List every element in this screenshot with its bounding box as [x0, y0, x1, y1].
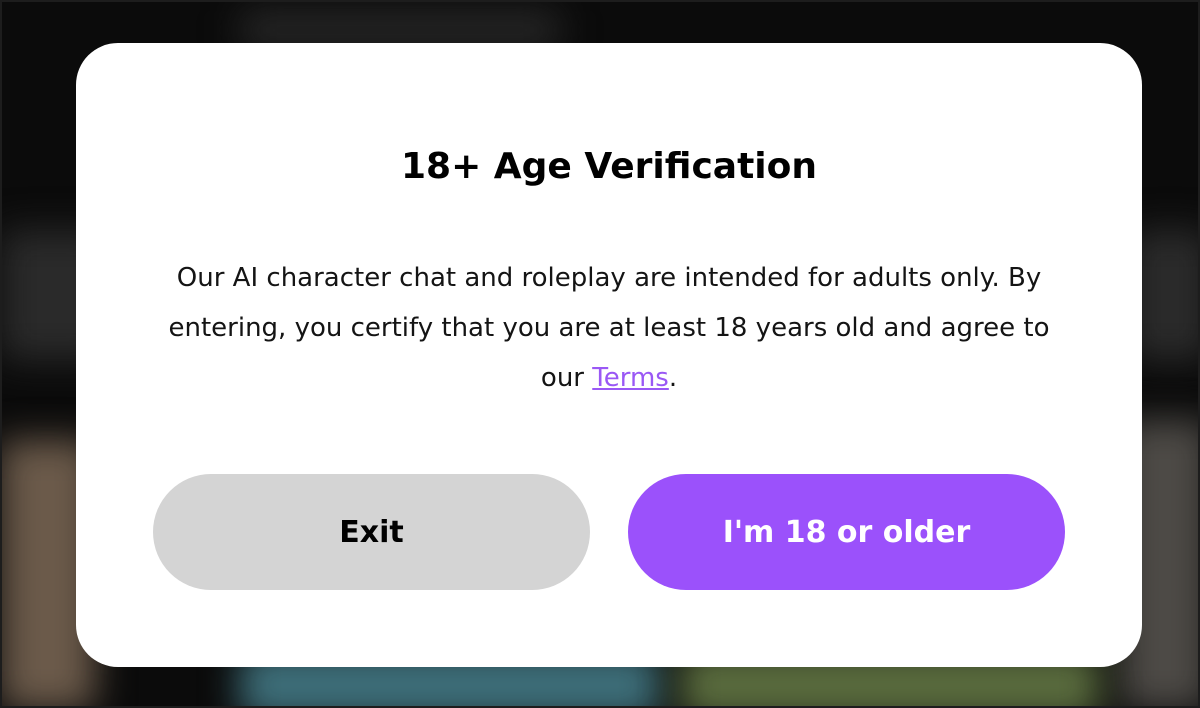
- age-verification-dialog: 18+ Age Verification Our AI character ch…: [76, 43, 1142, 667]
- dialog-message: Our AI character chat and roleplay are i…: [146, 253, 1072, 403]
- dialog-title: 18+ Age Verification: [400, 146, 817, 187]
- confirm-age-button[interactable]: I'm 18 or older: [628, 474, 1065, 590]
- exit-button[interactable]: Exit: [153, 474, 590, 590]
- dialog-message-end: .: [668, 363, 678, 393]
- terms-link[interactable]: Terms: [592, 363, 669, 393]
